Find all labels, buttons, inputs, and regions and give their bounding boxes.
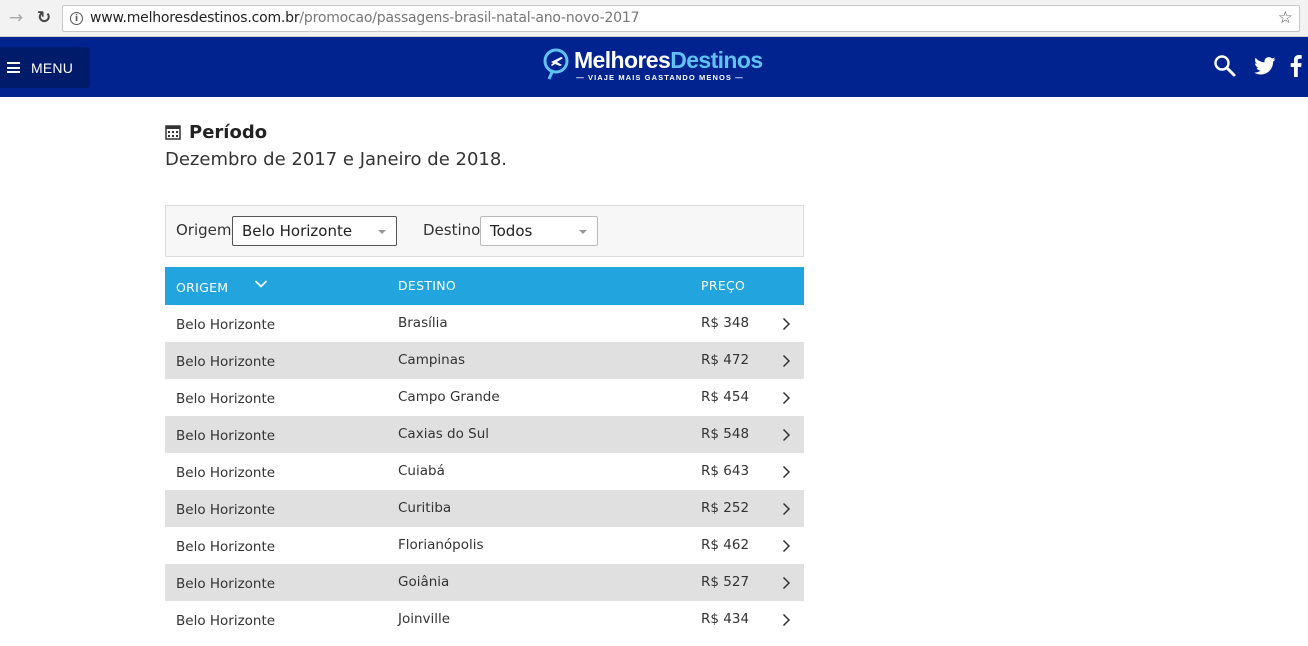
chevron-right-icon[interactable]	[782, 576, 791, 590]
periodo-heading: Período	[165, 121, 267, 143]
table-row[interactable]: Belo Horizonte Campo Grande R$ 454	[165, 379, 804, 416]
logo-tagline: — VIAJE MAIS GASTANDO MENOS —	[576, 73, 744, 82]
info-icon[interactable]: i	[70, 12, 83, 25]
cell-preco: R$ 454	[701, 389, 750, 405]
address-bar[interactable]: i www.melhoresdestinos.com.br/promocao/p…	[62, 5, 1300, 32]
table-row[interactable]: Belo Horizonte Florianópolis R$ 462	[165, 527, 804, 564]
table-row[interactable]: Belo Horizonte Cuiabá R$ 643	[165, 453, 804, 490]
chevron-right-icon[interactable]	[782, 428, 791, 442]
cell-origem: Belo Horizonte	[176, 576, 276, 592]
origem-select[interactable]: Belo Horizonte	[232, 216, 397, 246]
chevron-right-icon[interactable]	[782, 317, 791, 331]
table-body: Belo Horizonte Brasília R$ 348 Belo Horizon…	[165, 305, 804, 638]
dropdown-caret-icon	[378, 230, 386, 234]
cell-preco: R$ 527	[701, 574, 750, 590]
url-domain: www.melhoresdestinos.com.br	[90, 10, 300, 26]
table-row[interactable]: Belo Horizonte Joinville R$ 434	[165, 601, 804, 638]
table-header: ORIGEM DESTINO PREÇO	[165, 267, 804, 305]
cell-preco: R$ 434	[701, 611, 750, 627]
fares-table: ORIGEM DESTINO PREÇO Belo Horizonte Brasí…	[165, 267, 804, 638]
column-header-origem[interactable]: ORIGEM	[176, 280, 228, 295]
search-icon[interactable]	[1213, 54, 1237, 78]
site-logo[interactable]: MelhoresDestinos — VIAJE MAIS GASTANDO M…	[543, 46, 763, 88]
chevron-down-icon[interactable]	[254, 279, 268, 289]
chevron-right-icon[interactable]	[782, 613, 791, 627]
menu-button[interactable]: MENU	[0, 47, 90, 88]
origem-select-value: Belo Horizonte	[242, 222, 353, 240]
cell-origem: Belo Horizonte	[176, 465, 276, 481]
site-header: MENU MelhoresDestinos — VIAJE MAIS GASTA…	[0, 37, 1308, 97]
calendar-icon	[165, 125, 181, 140]
filter-bar: Origem: Belo Horizonte Destino: Todos	[165, 205, 804, 257]
cell-destino: Goiânia	[398, 574, 450, 590]
url-path: /promocao/passagens-brasil-natal-ano-nov…	[299, 10, 640, 26]
chevron-right-icon[interactable]	[782, 502, 791, 516]
cell-origem: Belo Horizonte	[176, 539, 276, 555]
logo-word-2: Destinos	[670, 47, 763, 73]
cell-preco: R$ 348	[701, 315, 750, 331]
cell-preco: R$ 462	[701, 537, 750, 553]
airplane-pin-logo-icon	[543, 48, 569, 80]
twitter-icon[interactable]	[1254, 57, 1276, 75]
cell-origem: Belo Horizonte	[176, 317, 276, 333]
column-header-destino[interactable]: DESTINO	[398, 278, 456, 293]
table-row[interactable]: Belo Horizonte Goiânia R$ 527	[165, 564, 804, 601]
cell-preco: R$ 643	[701, 463, 750, 479]
chevron-right-icon[interactable]	[782, 391, 791, 405]
cell-preco: R$ 548	[701, 426, 750, 442]
logo-wordmark: MelhoresDestinos	[574, 47, 763, 74]
origem-label: Origem:	[176, 221, 237, 239]
destino-label: Destino:	[423, 221, 486, 239]
menu-label: MENU	[31, 59, 74, 76]
chevron-right-icon[interactable]	[782, 539, 791, 553]
cell-preco: R$ 252	[701, 500, 750, 516]
url-text[interactable]: www.melhoresdestinos.com.br/promocao/pas…	[90, 10, 640, 26]
facebook-icon[interactable]	[1290, 55, 1302, 77]
destino-select-value: Todos	[490, 222, 533, 240]
table-row[interactable]: Belo Horizonte Brasília R$ 348	[165, 305, 804, 342]
table-row[interactable]: Belo Horizonte Campinas R$ 472	[165, 342, 804, 379]
back-arrow-icon[interactable]: →	[6, 8, 26, 28]
cell-origem: Belo Horizonte	[176, 502, 276, 518]
bookmark-star-icon[interactable]: ☆	[1278, 8, 1293, 28]
cell-destino: Campinas	[398, 352, 466, 368]
cell-destino: Campo Grande	[398, 389, 500, 405]
column-header-preco[interactable]: PREÇO	[701, 278, 745, 293]
cell-origem: Belo Horizonte	[176, 354, 276, 370]
cell-preco: R$ 472	[701, 352, 750, 368]
cell-destino: Cuiabá	[398, 463, 445, 479]
logo-word-1: Melhores	[574, 47, 671, 73]
cell-origem: Belo Horizonte	[176, 391, 276, 407]
dropdown-caret-icon	[579, 230, 587, 234]
periodo-title: Período	[189, 121, 268, 143]
chevron-right-icon[interactable]	[782, 354, 791, 368]
chevron-right-icon[interactable]	[782, 465, 791, 479]
cell-origem: Belo Horizonte	[176, 613, 276, 629]
table-row[interactable]: Belo Horizonte Caxias do Sul R$ 548	[165, 416, 804, 453]
cell-destino: Florianópolis	[398, 537, 484, 553]
cell-destino: Curitiba	[398, 500, 452, 516]
table-row[interactable]: Belo Horizonte Curitiba R$ 252	[165, 490, 804, 527]
periodo-value: Dezembro de 2017 e Janeiro de 2018.	[165, 149, 508, 170]
cell-origem: Belo Horizonte	[176, 428, 276, 444]
hamburger-icon	[7, 62, 20, 73]
cell-destino: Brasília	[398, 315, 448, 331]
cell-destino: Caxias do Sul	[398, 426, 490, 442]
reload-icon[interactable]: ↻	[34, 8, 54, 28]
destino-select[interactable]: Todos	[480, 216, 598, 246]
cell-destino: Joinville	[398, 611, 451, 627]
browser-toolbar: → ↻ i www.melhoresdestinos.com.br/promoc…	[0, 0, 1308, 37]
